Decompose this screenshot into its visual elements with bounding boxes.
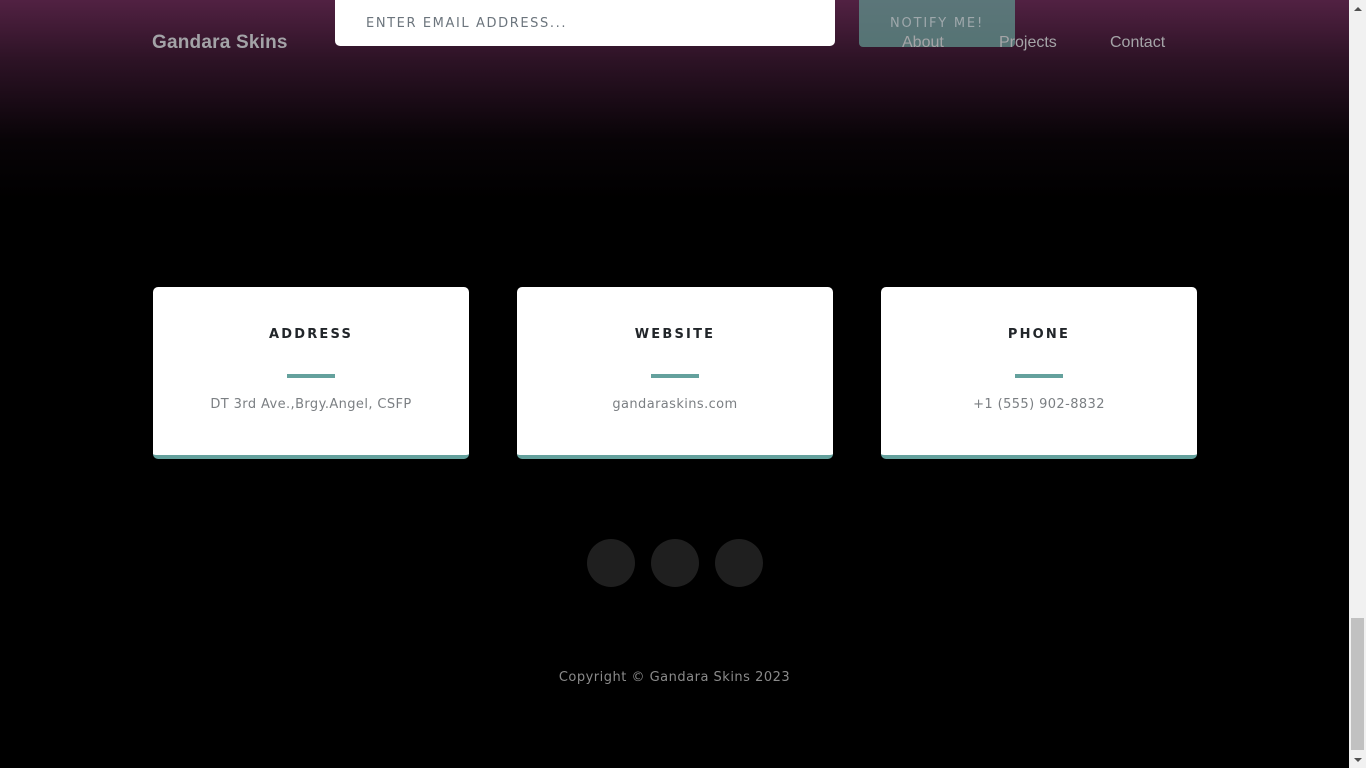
website-card-divider [651, 374, 699, 378]
nav-link-about[interactable]: About [902, 34, 944, 52]
website-link[interactable]: gandaraskins.com [612, 397, 737, 412]
social-link-github[interactable] [715, 539, 763, 587]
twitter-icon [602, 552, 620, 574]
scroll-up-button[interactable] [1349, 0, 1366, 17]
phone-card-divider [1015, 374, 1063, 378]
page: NOTIFY ME! Gandara Skins About Projects … [0, 0, 1366, 768]
address-card-divider [287, 374, 335, 378]
address-card-value: DT 3rd Ave.,Brgy.Angel, CSFP [210, 397, 412, 412]
address-card: ADDRESS DT 3rd Ave.,Brgy.Angel, CSFP [153, 287, 469, 459]
arrow-up-icon [1353, 6, 1362, 11]
website-card-title: WEBSITE [634, 327, 716, 342]
arrow-down-icon [1353, 757, 1362, 762]
social-link-facebook[interactable] [651, 539, 699, 587]
facebook-icon [666, 552, 684, 574]
vertical-scrollbar[interactable] [1349, 0, 1366, 768]
main-nav: About Projects Contact [0, 34, 1349, 58]
nav-link-projects[interactable]: Projects [999, 34, 1057, 52]
footer-copyright: Copyright © Gandara Skins 2023 [558, 670, 791, 685]
address-card-title: ADDRESS [268, 327, 354, 342]
phone-card: PHONE +1 (555) 902-8832 [881, 287, 1197, 459]
scrollbar-thumb[interactable] [1351, 618, 1364, 750]
github-icon [730, 552, 748, 574]
phone-card-title: PHONE [1007, 327, 1071, 342]
nav-link-contact[interactable]: Contact [1110, 34, 1165, 52]
scroll-down-button[interactable] [1349, 751, 1366, 768]
website-card: WEBSITE gandaraskins.com [517, 287, 833, 459]
main-content: NOTIFY ME! Gandara Skins About Projects … [0, 0, 1349, 768]
website-card-value: gandaraskins.com [517, 397, 833, 412]
social-link-twitter[interactable] [587, 539, 635, 587]
phone-card-value: +1 (555) 902-8832 [973, 397, 1105, 412]
